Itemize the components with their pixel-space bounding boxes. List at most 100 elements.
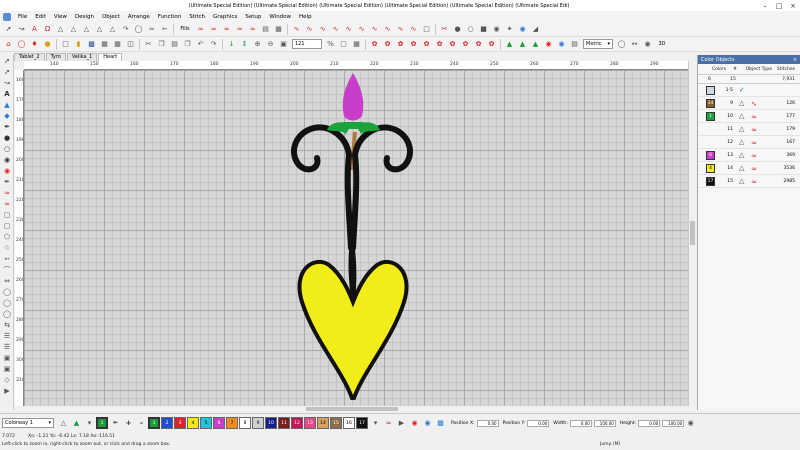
travel-icon[interactable]: ↕ xyxy=(239,39,250,50)
object-row[interactable]: 17 15 △ ≈2985 xyxy=(698,175,800,188)
color-swatch-17[interactable]: 17 xyxy=(356,417,368,429)
color-swatch-5[interactable]: 5 xyxy=(200,417,212,429)
graphics-icon[interactable]: ▲ xyxy=(2,100,12,110)
scroll-outline-right[interactable] xyxy=(350,124,413,251)
sequence-icon[interactable]: ◇ xyxy=(2,375,12,385)
lock-icon[interactable]: ◉ xyxy=(491,24,502,35)
shape-icon[interactable]: △ xyxy=(55,24,66,35)
row-color-swatch[interactable]: 6 xyxy=(706,150,715,160)
color-swatch-13[interactable]: 13 xyxy=(304,417,316,429)
chain-stitch-icon[interactable]: ∿ xyxy=(395,24,406,35)
close-icon[interactable]: × xyxy=(786,2,800,10)
new-file-icon[interactable]: □ xyxy=(60,39,71,50)
star-tool-icon[interactable]: ☆ xyxy=(2,243,12,253)
object-row[interactable]: 6 13 △ ≈369 xyxy=(698,149,800,162)
menu-view[interactable]: View xyxy=(50,14,71,20)
fit-to-window-icon[interactable]: ▢ xyxy=(338,39,349,50)
distribute-icon[interactable]: ☰ xyxy=(2,342,12,352)
show-rulers-icon[interactable]: ✿ xyxy=(486,39,497,50)
rectangle-tool-icon[interactable]: ▢ xyxy=(2,210,12,220)
units-select[interactable]: Metric ▾ xyxy=(583,39,613,49)
zoom-in-icon[interactable]: ⊕ xyxy=(252,39,263,50)
menu-window[interactable]: Window xyxy=(265,14,295,20)
object-row[interactable]: 12 △ ≈167 xyxy=(698,136,800,149)
add-color-icon[interactable]: + xyxy=(123,418,134,429)
color-swatch-12[interactable]: 12 xyxy=(291,417,303,429)
object-row[interactable]: 11 △ ≈179 xyxy=(698,123,800,136)
zoom-input[interactable]: 121 xyxy=(292,39,322,49)
color-swatch-6[interactable]: 6 xyxy=(213,417,225,429)
wand-icon[interactable]: ✦ xyxy=(504,24,515,35)
column-icon[interactable]: △ xyxy=(68,24,79,35)
artwork-icon[interactable]: ▲ xyxy=(504,39,515,50)
run-stitch-icon[interactable]: ∿ xyxy=(291,24,302,35)
step-stitch-icon[interactable]: ≈ xyxy=(208,24,219,35)
export-icon[interactable]: ◫ xyxy=(125,39,136,50)
lettering-icon[interactable]: A xyxy=(29,24,40,35)
wave-icon[interactable]: ≈ xyxy=(146,24,157,35)
row-color-swatch[interactable] xyxy=(706,85,715,95)
bulb-icon[interactable]: ● xyxy=(42,39,53,50)
text-tool-icon[interactable]: A xyxy=(2,89,12,99)
print-preview-icon[interactable]: ▦ xyxy=(112,39,123,50)
select-arrow-icon[interactable]: ➚ xyxy=(3,24,14,35)
pattern-fill-icon[interactable]: ▦ xyxy=(273,24,284,35)
row-color-swatch[interactable] xyxy=(706,138,715,147)
eyedropper-icon[interactable]: ✒ xyxy=(110,418,121,429)
trim-icon[interactable]: ✂ xyxy=(439,24,450,35)
menu-edit[interactable]: Edit xyxy=(31,14,50,20)
zoom-out-icon[interactable]: ⊖ xyxy=(265,39,276,50)
chevron-down-icon[interactable]: ▾ xyxy=(84,418,95,429)
object-row[interactable]: 1-5 ✓ xyxy=(698,84,800,97)
grid-icon[interactable]: ▦ xyxy=(351,39,362,50)
current-color-swatch[interactable]: 1 xyxy=(96,417,108,429)
maximize-icon[interactable]: □ xyxy=(772,2,786,10)
stem-stitch-icon[interactable]: ∿ xyxy=(343,24,354,35)
menu-function[interactable]: Function xyxy=(154,14,185,20)
border-icon[interactable]: □ xyxy=(421,24,432,35)
tab-tyro[interactable]: Tyro xyxy=(45,53,66,61)
color-swatch-3[interactable]: 3 xyxy=(174,417,186,429)
circle-tool-icon[interactable]: ○ xyxy=(2,144,12,154)
menu-object[interactable]: Object xyxy=(98,14,124,20)
color-palette-icon[interactable]: ◉ xyxy=(543,39,554,50)
menu-design[interactable]: Design xyxy=(71,14,98,20)
knife-icon[interactable]: ✒ xyxy=(2,177,12,187)
row-color-swatch[interactable]: 1 xyxy=(706,111,715,121)
sequin-icon[interactable]: ○ xyxy=(465,24,476,35)
convert-icon[interactable]: ⇆ xyxy=(2,320,12,330)
object-row[interactable]: 34 9 △ ∿ 126 xyxy=(698,97,800,110)
show-hoop-icon[interactable]: ✿ xyxy=(447,39,458,50)
satin-stitch-icon[interactable]: ≈ xyxy=(195,24,206,35)
stitch-edit-icon[interactable]: ≈ xyxy=(2,188,12,198)
close-icon[interactable]: × xyxy=(793,57,797,63)
ungroup-icon[interactable]: ▣ xyxy=(2,364,12,374)
rainbow-icon[interactable]: ◉ xyxy=(422,418,433,429)
lock-ratio-icon[interactable]: ◉ xyxy=(685,418,696,429)
fills-label[interactable]: Fills xyxy=(177,24,193,35)
measure-icon[interactable]: ↔ xyxy=(629,39,640,50)
object-row[interactable]: 4 14 △ ≈3536 xyxy=(698,162,800,175)
group-icon[interactable]: ▣ xyxy=(2,353,12,363)
scroll-outline[interactable] xyxy=(291,124,354,251)
feather-stitch-icon[interactable]: ∿ xyxy=(408,24,419,35)
cut-icon[interactable]: ✂ xyxy=(143,39,154,50)
width-percent-input[interactable]: 100.00 xyxy=(593,419,616,427)
color-swatch-1[interactable]: 1 xyxy=(148,417,160,429)
triple-stitch-icon[interactable]: ∿ xyxy=(317,24,328,35)
remove-color-icon[interactable]: – xyxy=(136,418,147,429)
spiral-tool-icon[interactable]: ➳ xyxy=(2,254,12,264)
photo-stitch-icon[interactable]: ◉ xyxy=(517,24,528,35)
show-vectors-icon[interactable]: ✿ xyxy=(460,39,471,50)
zoom-box-icon[interactable]: ▣ xyxy=(278,39,289,50)
ellipse-tool-icon[interactable]: ◉ xyxy=(2,155,12,165)
mirror-icon[interactable]: ⇔ xyxy=(2,276,12,286)
polygon-tool-icon[interactable]: ⬠ xyxy=(2,232,12,242)
simulate-icon[interactable]: ▶ xyxy=(2,386,12,396)
tab-tablet-2[interactable]: Tablet_2 xyxy=(14,53,45,61)
align-icon[interactable]: ☰ xyxy=(2,331,12,341)
auto-digitize-icon[interactable]: ◢ xyxy=(530,24,541,35)
select-icon[interactable]: ➚ xyxy=(2,56,12,66)
color-swatch-11[interactable]: 11 xyxy=(278,417,290,429)
shield-icon[interactable]: ♦ xyxy=(29,39,40,50)
